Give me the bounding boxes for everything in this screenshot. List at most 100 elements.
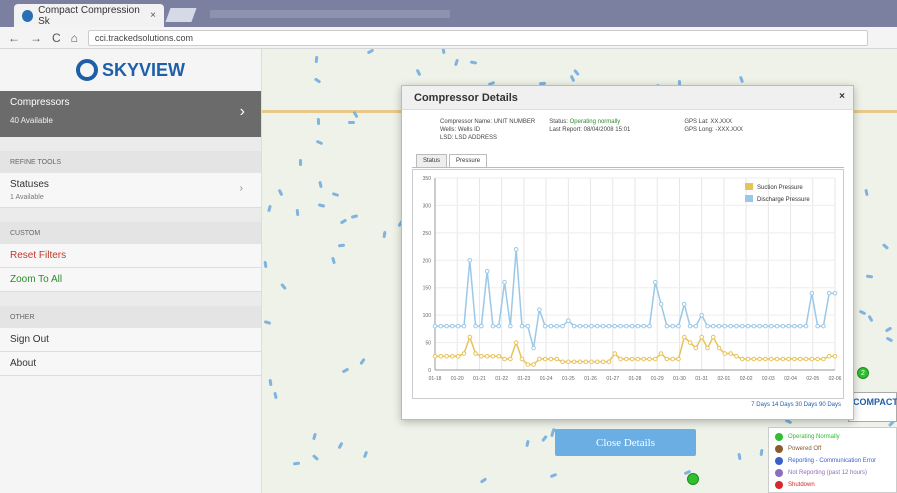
data-point	[786, 323, 791, 329]
map-lake	[314, 55, 319, 64]
data-point	[618, 356, 623, 362]
data-point	[676, 323, 681, 329]
map-marker[interactable]: 2	[857, 367, 869, 379]
data-point	[444, 323, 449, 329]
map-lake	[359, 357, 366, 366]
map-lake	[341, 367, 350, 374]
logo-text: SKYVIEW	[101, 59, 185, 80]
reset-filters-link[interactable]: Reset Filters	[0, 244, 261, 268]
legend-item: Not Reporting (past 12 hours)	[775, 467, 890, 479]
data-point	[554, 323, 560, 329]
data-point	[792, 356, 797, 362]
data-point	[734, 323, 739, 329]
data-point	[815, 323, 820, 329]
map-lake	[280, 282, 287, 291]
divider	[0, 292, 261, 306]
pressure-chart: 01-18 01-20 01-21 01-22 01-23 01-24 01-25 01-26…	[412, 169, 844, 399]
tab-close-icon[interactable]: ×	[150, 10, 156, 21]
sidebar-item-compressors[interactable]: Compressors 40 Available ›	[0, 91, 261, 137]
y-tick-label: 200	[423, 258, 432, 264]
data-point	[699, 334, 704, 340]
url-input[interactable]: cci.trackedsolutions.com	[87, 29, 868, 46]
data-point	[496, 323, 502, 329]
map-lake	[348, 121, 355, 124]
x-tick-label: 01-20	[451, 376, 464, 382]
data-point	[589, 323, 594, 329]
refine-tools-header: REFINE TOOLS	[0, 151, 261, 173]
data-point	[763, 356, 768, 362]
data-point	[652, 356, 658, 362]
browser-tab[interactable]: Compact Compression Sk ×	[14, 4, 164, 27]
map-lake	[318, 180, 323, 189]
legend-item: Powered Off	[775, 443, 890, 455]
map-lake	[867, 314, 874, 323]
legend-item: Reporting - Communication Error	[775, 455, 890, 467]
sidebar-item-statuses[interactable]: Statuses 1 Available ›	[0, 173, 261, 208]
compressor-details-modal: Compressor Details × Compressor Name: UN…	[401, 85, 854, 420]
data-point	[751, 356, 757, 362]
range-links[interactable]: 7 Days 14 Days 30 Days 90 Days	[751, 402, 841, 408]
home-icon[interactable]: ⌂	[71, 31, 78, 45]
map-marker[interactable]	[687, 473, 699, 485]
compressor-lsd: LSD: LSD ADDRESS	[440, 135, 498, 141]
x-tick-label: 01-24	[540, 376, 553, 382]
map-lake	[441, 49, 446, 55]
data-point	[751, 323, 757, 329]
data-point	[739, 323, 745, 329]
data-point	[624, 323, 629, 329]
data-point	[710, 323, 716, 329]
map-lake	[292, 461, 301, 466]
data-point	[606, 359, 612, 365]
data-point	[531, 345, 536, 351]
data-point	[432, 323, 438, 329]
forward-icon[interactable]: →	[30, 31, 42, 45]
data-point	[774, 323, 780, 329]
legend-item: Shutdown	[775, 479, 890, 491]
data-point	[641, 356, 646, 362]
map-lake	[312, 432, 317, 441]
data-point	[647, 356, 652, 362]
zoom-to-all-link[interactable]: Zoom To All	[0, 268, 261, 292]
x-tick-label: 02-04	[784, 376, 797, 382]
x-tick-label: 01-29	[651, 376, 664, 382]
data-point	[803, 323, 809, 329]
close-icon[interactable]: ×	[839, 91, 845, 102]
data-point	[699, 312, 704, 318]
map-lake	[337, 441, 344, 450]
data-point	[479, 323, 484, 329]
data-point	[548, 356, 554, 362]
data-point	[716, 323, 722, 329]
back-icon[interactable]: ←	[8, 31, 20, 45]
data-point	[728, 351, 733, 356]
map-lake	[865, 274, 874, 279]
map-lake	[315, 139, 324, 146]
reload-icon[interactable]: C	[52, 31, 61, 45]
data-point	[635, 356, 641, 362]
map-lake	[573, 68, 580, 77]
map-lake	[525, 439, 530, 448]
statuses-sub: 1 Available	[10, 194, 44, 201]
x-tick-label: 02-06	[829, 376, 842, 382]
statuses-label: Statuses	[10, 179, 49, 190]
new-tab-button[interactable]	[165, 8, 197, 22]
map-legend: Operating Normally Powered Off Reporting -…	[768, 427, 897, 493]
data-point	[502, 356, 507, 362]
data-point	[705, 345, 710, 351]
compressor-info: Compressor Name: UNIT NUMBER Wells: Well…	[402, 110, 853, 150]
data-point	[635, 323, 641, 329]
data-point	[612, 323, 618, 329]
data-point	[809, 290, 815, 296]
map-lake	[298, 158, 303, 167]
data-point	[745, 356, 751, 362]
map-lake	[881, 243, 890, 250]
data-point	[757, 356, 762, 362]
data-point	[438, 353, 444, 359]
about-link[interactable]: About	[0, 352, 261, 376]
tab-status[interactable]: Status	[416, 154, 448, 167]
close-details-button[interactable]: Close Details	[555, 429, 696, 456]
data-point	[693, 323, 699, 329]
tab-pressure[interactable]: Pressure	[449, 154, 488, 167]
sign-out-link[interactable]: Sign Out	[0, 328, 261, 352]
pressure-chart-svg: 01-18 01-20 01-21 01-22 01-23 01-24 01-25 01-26…	[423, 176, 842, 382]
data-point	[780, 323, 786, 329]
